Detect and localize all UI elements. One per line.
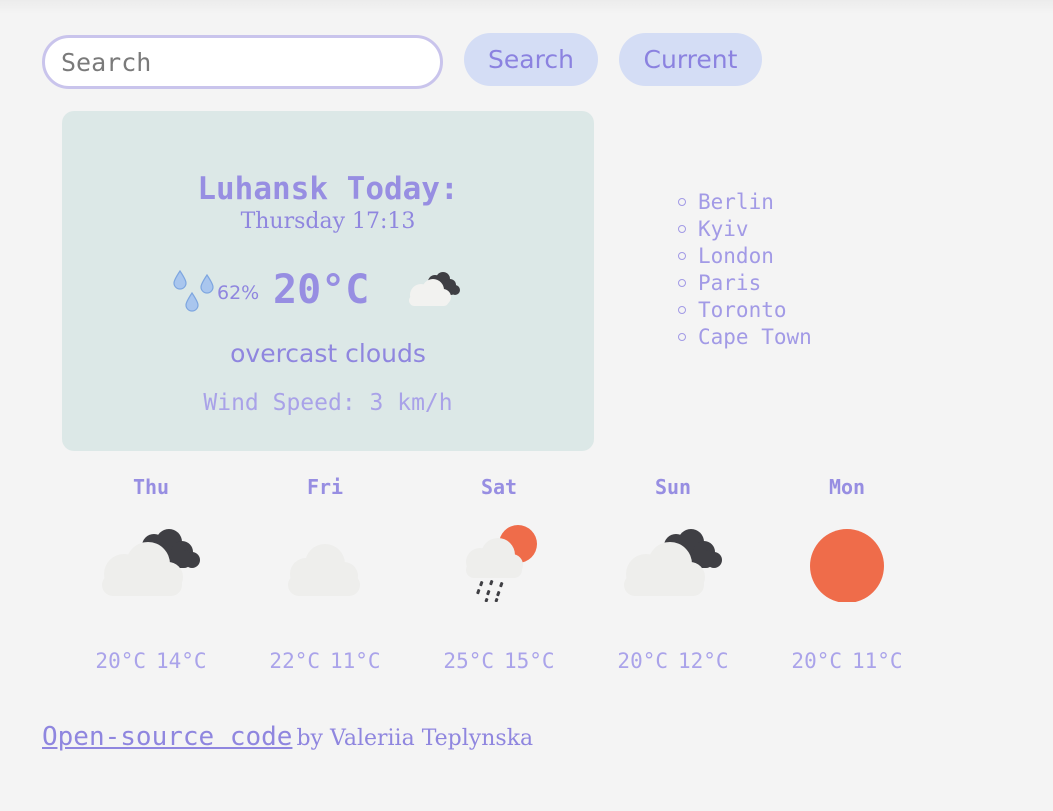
max-temp: 22°C: [269, 649, 320, 673]
wind-speed: Wind Speed: 3 km/h: [203, 390, 453, 416]
max-temp: 20°C: [791, 649, 842, 673]
weather-description: overcast clouds: [230, 339, 426, 368]
rain-sun-icon: [412, 502, 586, 622]
sun-icon: [760, 502, 934, 622]
day-name: Mon: [828, 475, 866, 499]
current-temperature: 20°C: [273, 267, 370, 313]
search-button[interactable]: Search: [464, 33, 598, 86]
max-temp: 20°C: [617, 649, 668, 673]
bullet-icon: [678, 278, 686, 287]
open-source-link[interactable]: Open-source code: [42, 722, 292, 752]
city-title: Luhansk Today:: [197, 171, 459, 207]
day-name: Sat: [480, 475, 518, 499]
day-name: Thu: [132, 475, 170, 499]
min-temp: 14°C: [156, 649, 207, 673]
bullet-icon: [678, 197, 686, 206]
author-byline: by Valeriia Teplynska: [296, 726, 534, 751]
city-name: London: [698, 243, 774, 268]
min-temp: 11°C: [330, 649, 381, 673]
bullet-icon: [678, 332, 686, 341]
min-temp: 12°C: [678, 649, 729, 673]
forecast-row: Thu 20°C 14°C Fri 22°C 11°C Sat 25°C 15°…: [0, 472, 1053, 682]
footer: Open-source code by Valeriia Teplynska: [42, 722, 533, 752]
day-temperatures: 25°C 15°C: [412, 646, 586, 676]
today-weather-card: Luhansk Today: Thursday 17:13 62% 20°C o…: [62, 111, 594, 451]
forecast-day: Fri 22°C 11°C: [238, 472, 412, 676]
city-item[interactable]: London: [678, 242, 812, 269]
forecast-day: Mon 20°C 11°C: [760, 472, 934, 676]
current-location-button[interactable]: Current: [619, 33, 762, 86]
top-shadow: [0, 0, 1053, 14]
search-input[interactable]: [42, 35, 443, 89]
day-temperatures: 20°C 14°C: [64, 646, 238, 676]
city-item[interactable]: Berlin: [678, 188, 812, 215]
forecast-day: Sat 25°C 15°C: [412, 472, 586, 676]
city-list: Berlin Kyiv London Paris Toronto Cape To…: [678, 188, 812, 350]
day-name: Sun: [654, 475, 692, 499]
day-name: Fri: [306, 475, 344, 499]
overcast-clouds-icon: [405, 269, 463, 313]
city-name: Cape Town: [698, 324, 812, 349]
city-name: Kyiv: [698, 216, 749, 241]
max-temp: 20°C: [95, 649, 146, 673]
city-name: Paris: [698, 270, 762, 295]
min-temp: 15°C: [504, 649, 555, 673]
day-temperatures: 20°C 12°C: [586, 646, 760, 676]
city-item[interactable]: Kyiv: [678, 215, 812, 242]
city-item[interactable]: Cape Town: [678, 323, 812, 350]
bullet-icon: [678, 305, 686, 314]
overcast-clouds-icon: [586, 502, 760, 622]
city-item[interactable]: Toronto: [678, 296, 812, 323]
date-time: Thursday 17:13: [240, 209, 416, 234]
max-temp: 25°C: [443, 649, 494, 673]
humidity-value: 62%: [217, 282, 260, 304]
min-temp: 11°C: [852, 649, 903, 673]
city-item[interactable]: Paris: [678, 269, 812, 296]
city-name: Toronto: [698, 297, 787, 322]
cloud-icon: [238, 502, 412, 622]
bullet-icon: [678, 251, 686, 260]
day-temperatures: 22°C 11°C: [238, 646, 412, 676]
forecast-day: Thu 20°C 14°C: [64, 472, 238, 676]
bullet-icon: [678, 224, 686, 233]
city-name: Berlin: [698, 189, 774, 214]
overcast-clouds-icon: [64, 502, 238, 622]
day-temperatures: 20°C 11°C: [760, 646, 934, 676]
forecast-day: Sun 20°C 12°C: [586, 472, 760, 676]
